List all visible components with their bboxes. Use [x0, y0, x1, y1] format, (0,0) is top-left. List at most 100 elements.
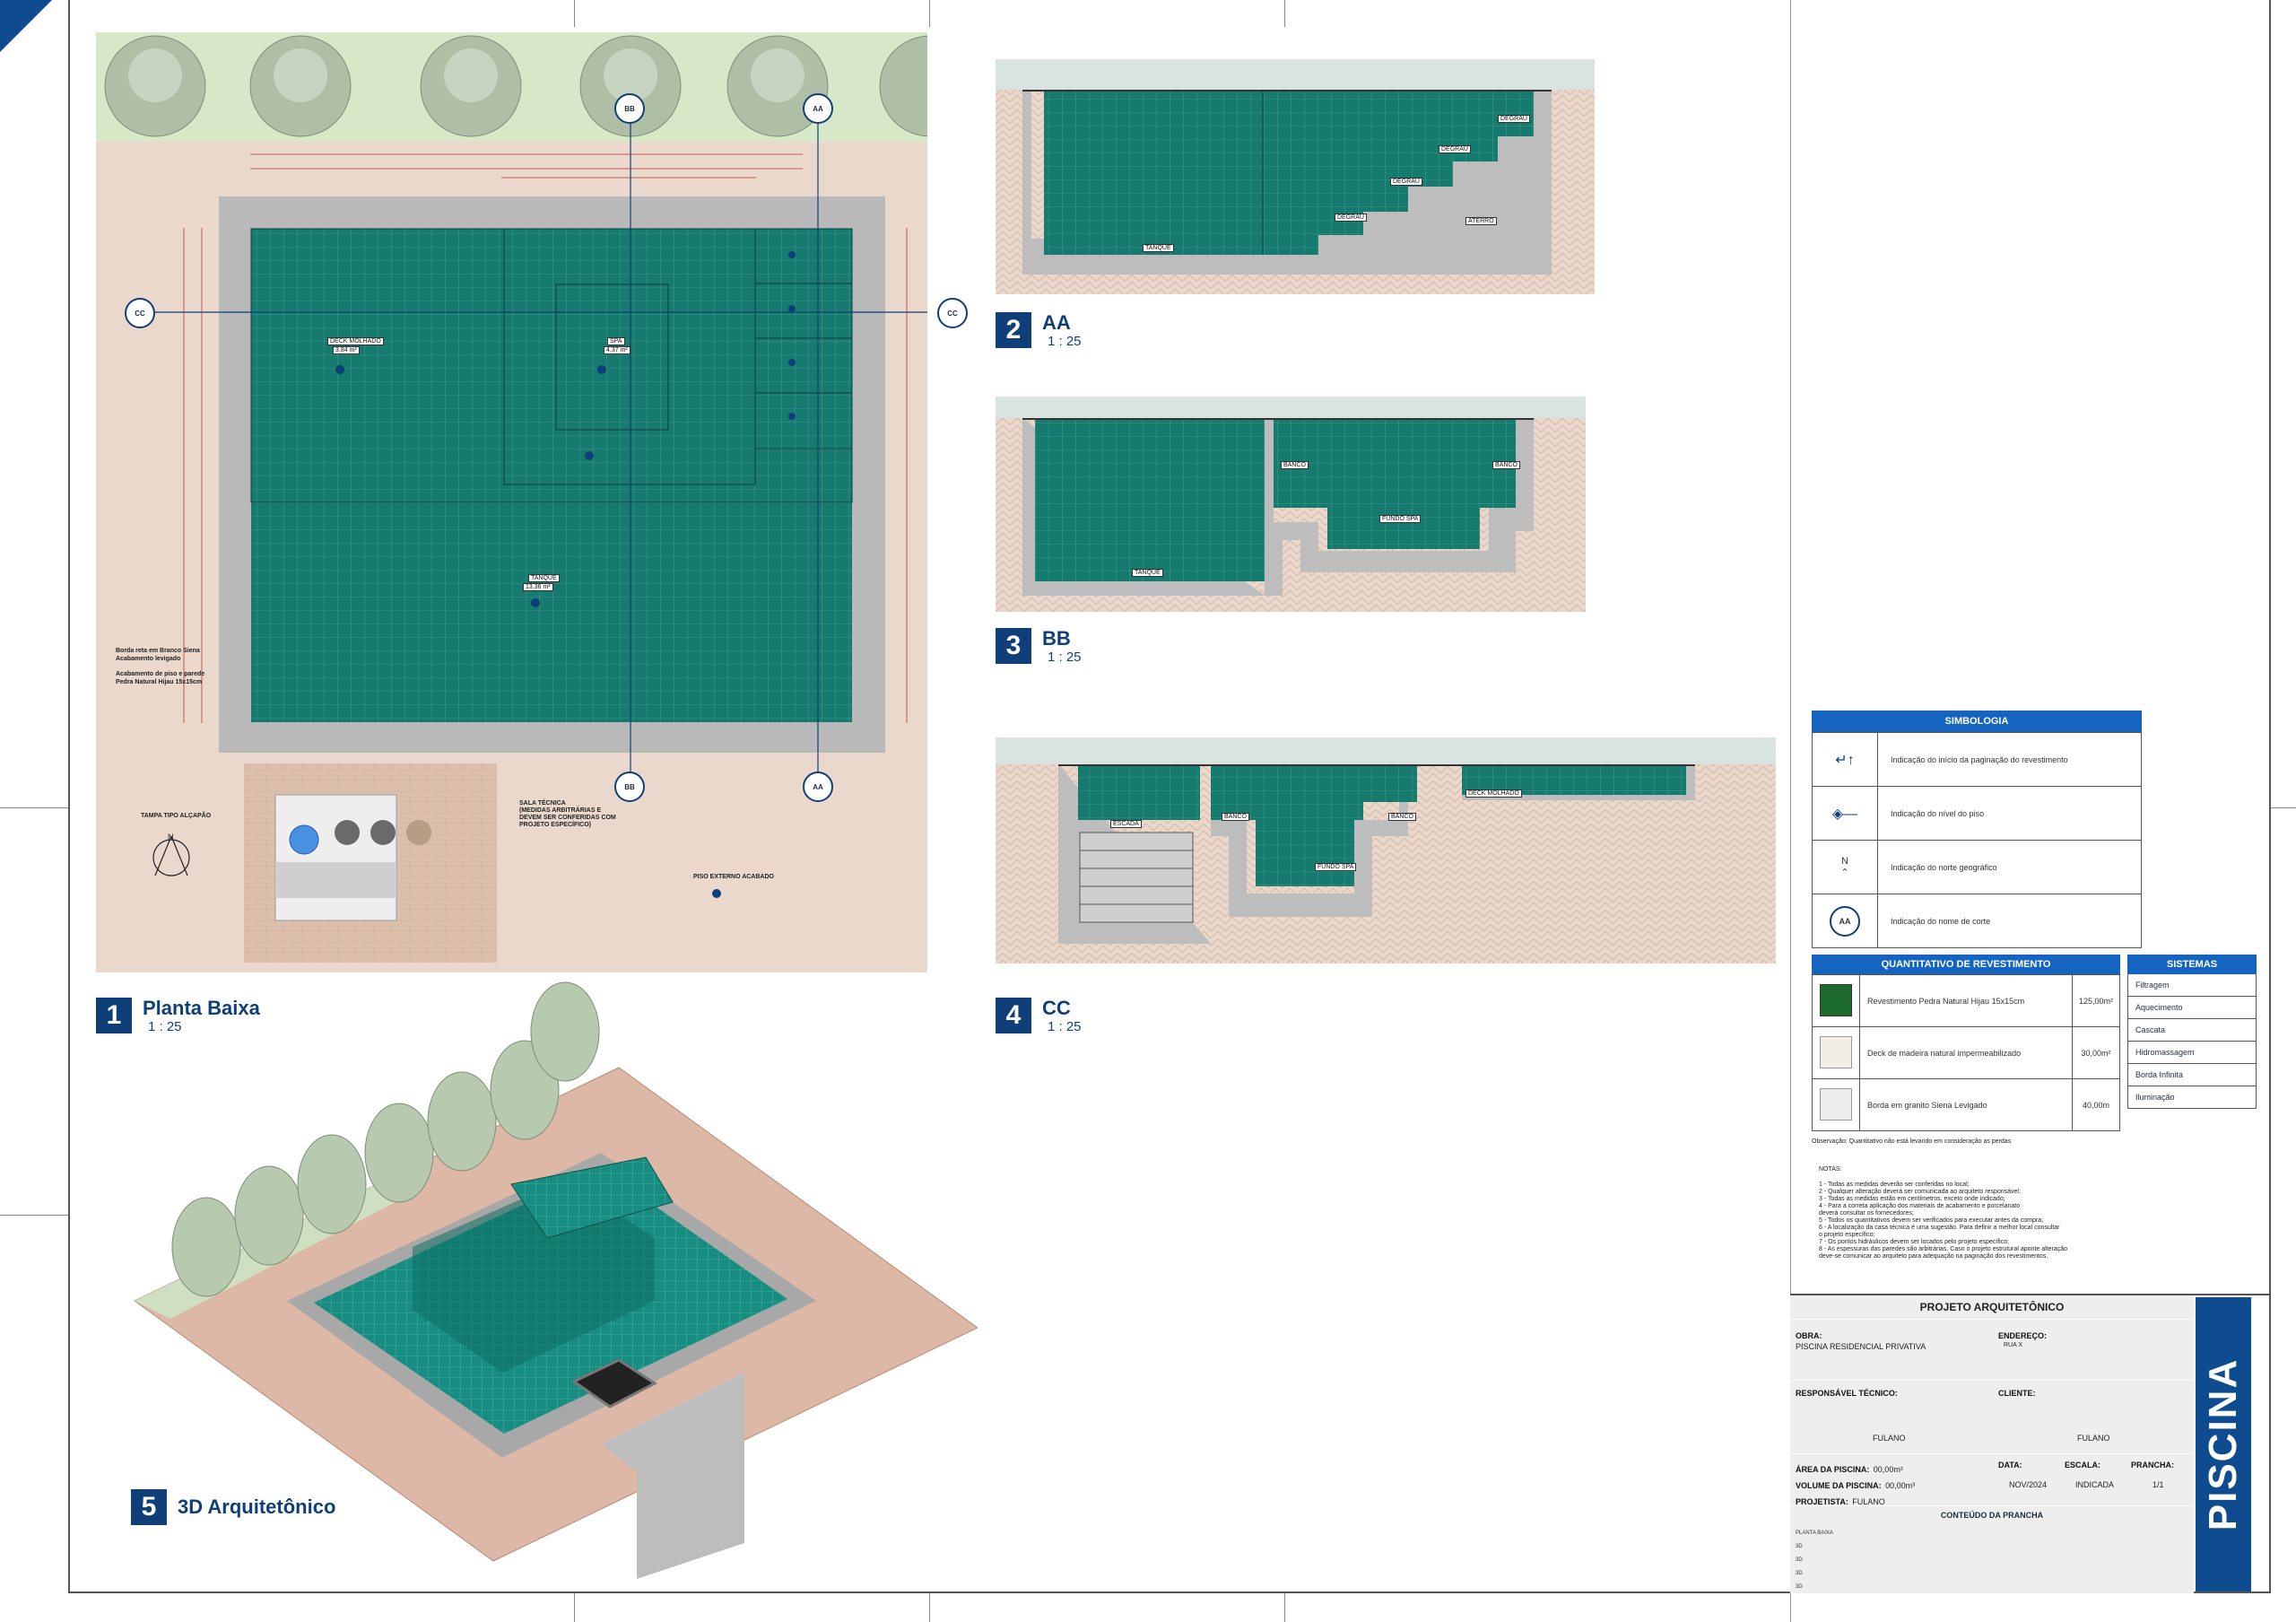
grid-tick: [1284, 1593, 1285, 1622]
north-label: N: [168, 833, 174, 842]
system-item: Aquecimento: [2128, 997, 2256, 1019]
data-label: DATA:: [1998, 1461, 2022, 1469]
prancha-label: PRANCHA:: [2131, 1461, 2174, 1469]
tanque-area: 13,36 m²: [523, 583, 553, 591]
quantitative-obs: Observação: Quantitativo não está levand…: [1812, 1138, 2012, 1145]
system-item: Borda Infinita: [2128, 1064, 2256, 1086]
system-item: Hidromassagem: [2128, 1042, 2256, 1064]
obra-value: PISCINA RESIDENCIAL PRIVATIVA: [1796, 1342, 1926, 1351]
view-title-aa: 2 AA 1 : 25: [996, 312, 1082, 349]
aa-degrau-label-4: DEGRAU: [1498, 115, 1530, 123]
symbology-legend: SIMBOLOGIA ↵↑ Indicação do início da pagi…: [1812, 711, 2142, 948]
borda-note-2: Acabamento levigado: [116, 656, 181, 662]
notes-block: NOTAS: 1 - Todas as medidas deverão ser …: [1819, 1166, 2213, 1260]
conteudo-item: 3D: [1796, 1557, 1803, 1563]
section-marker-aa-bottom: AA: [803, 772, 833, 802]
view-name: CC: [1042, 997, 1071, 1019]
quantitative-qty: 30,00m²: [2072, 1026, 2120, 1079]
system-item: Iluminação: [2135, 1093, 2175, 1102]
system-item: Filtragem: [2128, 974, 2256, 997]
section-cut-icon: AA: [1812, 894, 1878, 948]
section-bb-drawing: TANQUE BANCO BANCO FUNDO SPA: [996, 397, 1586, 612]
sheet-corner-mark: [0, 0, 52, 52]
borda-note-1: Borda reta em Branco Siena: [116, 648, 200, 654]
section-marker-bb-top: BB: [614, 93, 645, 124]
wood-deck-swatch: [1820, 1035, 1852, 1068]
title-block: PROJETO ARQUITETÔNICO OBRA: PISCINA RESI…: [1790, 1294, 2271, 1593]
quantitative-desc: Borda em granito Siena Levigado: [1859, 1078, 2073, 1131]
area-row: ÁREA DA PISCINA: 00,00m²: [1796, 1461, 1903, 1477]
grid-tick: [0, 1215, 68, 1216]
grid-tick: [0, 807, 68, 808]
cc-banco-label-1: BANCO: [1222, 813, 1249, 821]
view-number: 2: [996, 312, 1031, 348]
quantitative-qty: 125,00m²: [2072, 974, 2120, 1027]
system-item: Cascata: [2128, 1019, 2256, 1042]
symbology-item: Indicação do norte geográfico: [1877, 840, 2142, 894]
quantitative-qty: 40,00m: [2072, 1078, 2120, 1131]
note-line: 7 - Os pontos hidráulicos devem ser loca…: [1819, 1239, 2010, 1245]
view-name: BB: [1042, 627, 1071, 650]
note-line: deverá consultar os fornecedores;: [1819, 1210, 1914, 1216]
section-cc-drawing: ESCADA BANCO BANCO FUNDO SPA DECK MOLHAD…: [996, 737, 1776, 964]
piso-note-1: Acabamento de piso e parede: [116, 671, 205, 677]
sheet-name-band: PISCINA: [2196, 1297, 2251, 1591]
title-block-body: [1790, 1295, 2194, 1593]
view-number: 5: [131, 1489, 167, 1525]
floor-plan-drawing: [96, 32, 981, 972]
aa-degrau-label-3: DEGRAU: [1439, 145, 1471, 153]
grid-tick: [574, 0, 575, 27]
resp-value: FULANO: [1873, 1434, 1906, 1443]
conteudo-item: 3D: [1796, 1571, 1803, 1576]
cc-deck-label: DECK MOLHADO: [1465, 789, 1522, 798]
note-line: 4 - Para a correta aplicação dos materia…: [1819, 1203, 2021, 1209]
view-scale: 1 : 25: [1048, 1019, 1082, 1034]
view-name: 3D Arquitetônico: [178, 1496, 336, 1518]
section-marker-cc-right: CC: [937, 298, 968, 328]
north-arrow-icon: N ⌃: [1812, 840, 1878, 894]
quantitative-desc: Deck de madeira natural impermeabilizado: [1859, 1026, 2073, 1079]
grid-tick: [929, 1593, 930, 1622]
section-marker-cc-left: CC: [125, 298, 155, 328]
conteudo-list: PLANTA BAIXA 3D 3D 3D 3D: [1796, 1527, 1833, 1594]
sheet-name: PISCINA: [2201, 1357, 2246, 1531]
cc-banco-label-2: BANCO: [1388, 813, 1416, 821]
deck-area: 3,84 m²: [333, 346, 360, 354]
note-line: 2 - Qualquer alteração deverá ser comuni…: [1819, 1189, 2021, 1195]
quantitative-table: QUANTITATIVO DE REVESTIMENTO Revestiment…: [1812, 955, 2120, 1145]
aa-tanque-label: TANQUE: [1143, 244, 1174, 252]
cc-fundo-spa-label: FUNDO SPA: [1315, 863, 1357, 871]
sala-tecnica-1: SALA TÉCNICA: [519, 800, 566, 807]
piso-externo-label: PISO EXTERNO ACABADO: [693, 874, 774, 880]
note-line: 3 - Todas as medidas estão em centímetro…: [1819, 1196, 2005, 1202]
bb-tanque-label: TANQUE: [1132, 569, 1163, 577]
quantitative-desc: Revestimento Pedra Natural Hijau 15x15cm: [1859, 974, 2073, 1027]
data-value: NOV/2024: [2009, 1480, 2048, 1489]
view-title-cc: 4 CC 1 : 25: [996, 998, 1082, 1034]
obra-label: OBRA:: [1796, 1331, 1822, 1340]
tanque-label: TANQUE: [528, 574, 560, 582]
symbology-item: Indicação do nível do piso: [1877, 786, 2142, 841]
stone-swatch: [1820, 983, 1852, 1016]
notes-title: NOTAS:: [1819, 1166, 1842, 1173]
cliente-value: FULANO: [2077, 1434, 2110, 1443]
symbology-item: Indicação do início da paginação do reve…: [1877, 732, 2142, 787]
bb-banco-label-1: BANCO: [1281, 461, 1309, 469]
aa-degrau-label-1: DEGRAU: [1335, 214, 1367, 222]
resp-label: RESPONSÁVEL TÉCNICO:: [1796, 1389, 1898, 1398]
floor-level-icon: ◈—: [1812, 786, 1878, 841]
conteudo-label: CONTEÚDO DA PRANCHA: [1940, 1511, 2044, 1520]
north-letter: N: [1841, 856, 1848, 867]
floor-plan-view: BB AA CC CC BB AA DECK MOLHADO 3,84 m² S…: [96, 32, 981, 972]
view-number: 4: [996, 998, 1031, 1033]
escala-label: ESCALA:: [2065, 1461, 2100, 1469]
escala-value: INDICADA: [2075, 1480, 2115, 1489]
view-scale: 1 : 25: [1048, 650, 1082, 665]
conteudo-item: 3D: [1796, 1544, 1803, 1549]
tile-start-icon: ↵↑: [1812, 732, 1878, 787]
spa-label: SPA: [607, 337, 625, 345]
endereco-label: ENDEREÇO:: [1998, 1331, 2048, 1340]
sala-tecnica-4: PROJETO ESPECÍFICO): [519, 822, 591, 828]
area-value: 00,00m²: [1873, 1465, 1903, 1474]
volume-value: 00,00m³: [1885, 1481, 1916, 1490]
